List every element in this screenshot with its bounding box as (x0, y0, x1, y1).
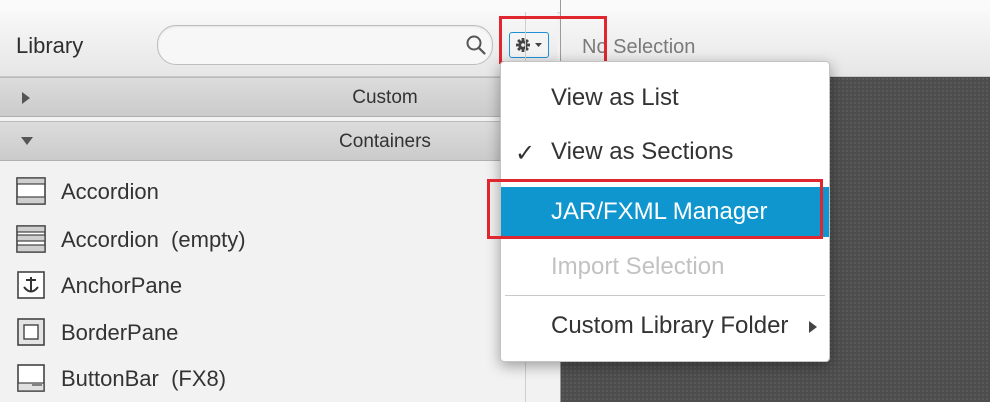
menu-item-custom-library-folder[interactable]: Custom Library Folder (501, 302, 829, 350)
menu-item-label: Import Selection (551, 253, 725, 280)
menu-item-label: View as Sections (551, 138, 734, 165)
accordion-icon (16, 177, 46, 205)
library-item-label: BorderPane (61, 320, 179, 345)
annotation-highlight-gear (499, 16, 607, 64)
library-item-label: Accordion (61, 179, 159, 204)
menu-item-label: Custom Library Folder (551, 312, 789, 339)
menu-separator (505, 295, 825, 296)
section-containers[interactable]: Containers (0, 121, 557, 161)
menu-item-label: View as List (551, 84, 679, 111)
search-icon[interactable] (465, 34, 487, 56)
submenu-arrow-icon (809, 321, 817, 333)
section-custom[interactable]: Custom (0, 77, 557, 117)
library-item-accordion[interactable]: Accordion (0, 167, 557, 214)
search-input[interactable] (172, 33, 456, 59)
library-item-borderpane[interactable]: BorderPane (0, 308, 557, 355)
library-header: Library (0, 12, 557, 77)
library-title: Library (16, 33, 84, 58)
search-field[interactable] (157, 25, 493, 65)
border-pane-icon (17, 318, 45, 346)
anchor-pane-icon (17, 271, 45, 299)
accordion-empty-icon (16, 225, 46, 253)
button-bar-icon (17, 364, 45, 392)
triangle-right-icon (22, 92, 30, 104)
library-item-label: AnchorPane (61, 273, 183, 298)
menu-item-view-as-sections[interactable]: ✓ View as Sections (501, 128, 829, 176)
annotation-highlight-jar-fxml (487, 179, 823, 239)
checkmark-icon: ✓ (515, 140, 536, 167)
menu-item-import-selection: Import Selection (501, 243, 829, 291)
triangle-down-icon (21, 137, 33, 145)
library-item-label: ButtonBar (FX8) (61, 366, 227, 391)
library-panel: Library Custom Containers Accordion Acco… (0, 12, 557, 402)
library-item-buttonbar[interactable]: ButtonBar (FX8) (0, 354, 557, 401)
menu-item-view-as-list[interactable]: View as List (501, 74, 829, 122)
library-item-anchorpane[interactable]: AnchorPane (0, 261, 557, 308)
library-item-label: Accordion (empty) (61, 227, 246, 252)
library-item-accordion-empty[interactable]: Accordion (empty) (0, 215, 557, 262)
